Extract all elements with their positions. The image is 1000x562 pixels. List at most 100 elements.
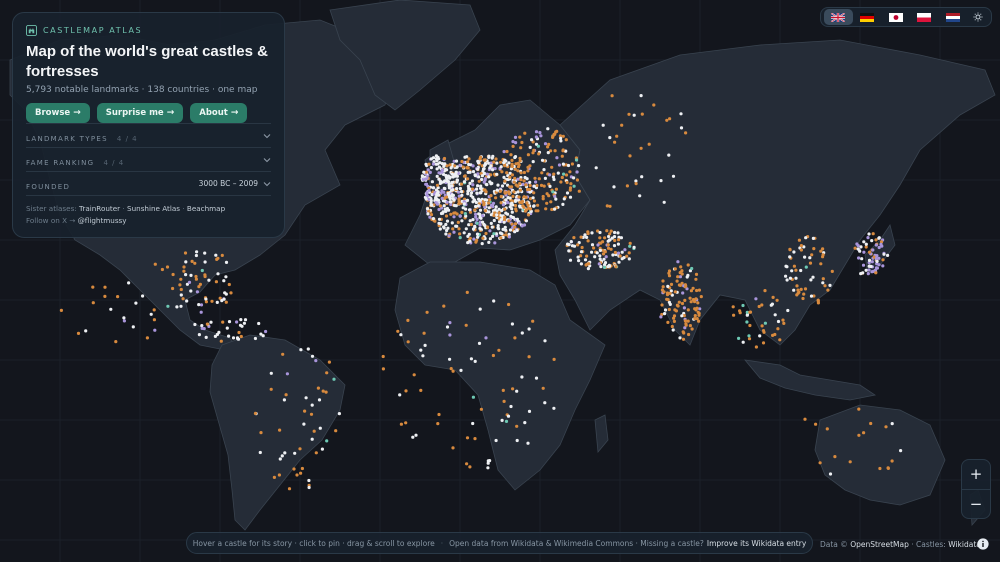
castle-marker[interactable] [599,265,603,269]
castle-marker[interactable] [790,269,794,273]
castle-marker[interactable] [452,230,456,234]
castle-marker[interactable] [471,187,475,191]
castle-marker[interactable] [406,318,410,322]
castle-marker[interactable] [577,259,581,263]
castle-marker[interactable] [487,175,491,179]
castle-marker[interactable] [811,275,815,279]
castle-marker[interactable] [679,126,684,130]
castle-marker[interactable] [179,293,183,297]
language-de[interactable] [853,9,882,25]
castle-marker[interactable] [419,388,423,392]
castle-marker[interactable] [534,130,539,134]
castle-marker[interactable] [592,246,596,250]
castle-marker[interactable] [488,229,492,233]
castle-marker[interactable] [483,158,487,162]
castle-marker[interactable] [771,295,775,299]
castle-marker[interactable] [606,243,610,247]
castle-marker[interactable] [284,393,288,397]
castle-marker[interactable] [447,182,451,186]
castle-marker[interactable] [224,300,228,304]
castle-marker[interactable] [474,240,478,244]
castle-marker[interactable] [510,322,514,326]
castle-marker[interactable] [183,251,188,255]
castle-marker[interactable] [877,256,881,260]
castle-marker[interactable] [200,324,204,328]
castle-marker[interactable] [632,113,636,117]
castle-marker[interactable] [616,231,620,235]
castle-marker[interactable] [510,173,514,177]
castle-marker[interactable] [869,264,873,269]
castle-marker[interactable] [803,417,807,421]
castle-marker[interactable] [640,175,644,179]
castle-marker[interactable] [522,223,527,227]
castle-marker[interactable] [809,278,813,282]
castle-marker[interactable] [528,145,532,149]
castle-marker[interactable] [457,202,461,206]
castle-marker[interactable] [116,295,120,299]
castle-marker[interactable] [502,161,506,165]
castle-marker[interactable] [425,310,429,314]
castle-marker[interactable] [479,227,483,231]
castle-marker[interactable] [554,130,558,134]
castle-marker[interactable] [398,393,402,397]
castle-marker[interactable] [875,254,879,258]
castle-marker[interactable] [784,274,788,278]
castle-marker[interactable] [536,144,541,148]
castle-marker[interactable] [485,225,490,229]
castle-marker[interactable] [404,421,408,425]
castle-marker[interactable] [306,347,310,351]
castle-marker[interactable] [203,273,207,277]
castle-marker[interactable] [534,135,539,139]
castle-marker[interactable] [122,319,126,323]
castle-marker[interactable] [552,172,556,176]
castle-marker[interactable] [504,419,509,423]
castle-marker[interactable] [694,277,698,281]
castle-marker[interactable] [867,258,872,262]
castle-marker[interactable] [510,158,514,162]
castle-marker[interactable] [261,334,265,338]
castle-marker[interactable] [792,288,796,292]
castle-marker[interactable] [465,462,469,466]
castle-marker[interactable] [490,225,494,229]
castle-marker[interactable] [513,336,517,340]
castle-marker[interactable] [867,232,871,236]
castle-marker[interactable] [445,179,449,183]
castle-marker[interactable] [499,236,503,240]
castle-marker[interactable] [881,264,885,268]
castle-marker[interactable] [732,313,736,317]
castle-marker[interactable] [608,264,612,268]
castle-marker[interactable] [763,321,768,325]
castle-marker[interactable] [514,141,518,145]
castle-marker[interactable] [516,165,521,169]
castle-marker[interactable] [381,367,385,371]
castle-marker[interactable] [444,214,449,218]
castle-marker[interactable] [562,197,566,201]
castle-marker[interactable] [422,331,426,335]
castle-marker[interactable] [545,192,549,196]
castle-marker[interactable] [528,180,532,184]
castle-marker[interactable] [577,164,581,168]
castle-marker[interactable] [511,194,515,198]
castle-marker[interactable] [285,372,289,376]
castle-marker[interactable] [899,449,903,453]
castle-marker[interactable] [758,334,762,338]
castle-marker[interactable] [608,232,612,236]
castle-marker[interactable] [866,236,870,240]
castle-marker[interactable] [431,156,436,160]
castle-marker[interactable] [773,332,777,337]
castle-marker[interactable] [542,184,546,188]
castle-marker[interactable] [519,178,523,182]
castle-marker[interactable] [871,232,875,236]
castle-marker[interactable] [452,164,457,168]
castle-marker[interactable] [678,336,682,340]
castle-marker[interactable] [611,253,615,257]
castle-marker[interactable] [491,154,495,158]
castle-marker[interactable] [325,371,329,375]
castle-marker[interactable] [452,215,456,219]
castle-marker[interactable] [467,208,472,212]
castle-marker[interactable] [602,265,607,269]
castle-marker[interactable] [283,451,287,455]
castle-marker[interactable] [601,252,606,256]
castle-marker[interactable] [518,200,522,204]
castle-marker[interactable] [586,267,591,271]
